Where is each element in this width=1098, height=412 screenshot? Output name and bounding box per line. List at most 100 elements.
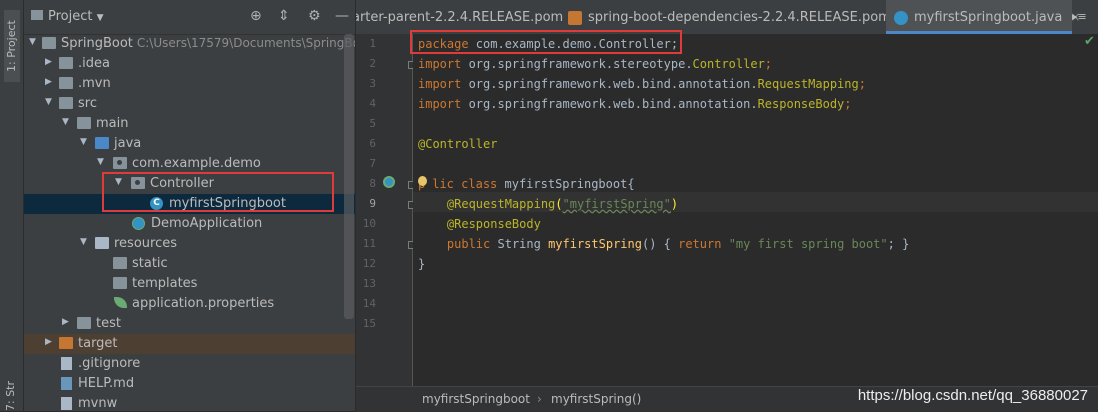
project-icon (31, 10, 43, 20)
tree-item-label: src (78, 96, 97, 111)
code-token: org.springframework.web.bind.annotation. (461, 77, 758, 91)
tree-item-help-md[interactable]: HELP.md (24, 374, 355, 394)
code-token: ; (764, 57, 773, 71)
collapsed-arrow-icon[interactable]: ▶ (62, 317, 69, 327)
lightbulb-icon[interactable] (418, 176, 427, 186)
highlight-box-tree (102, 172, 334, 212)
code-line-4: import org.springframework.web.bind.anno… (418, 97, 852, 111)
expand-arrow-icon[interactable]: ▼ (80, 137, 87, 147)
tree-item-target[interactable]: ▶ target (24, 334, 355, 354)
hide-panel-icon[interactable]: — (335, 8, 349, 24)
locate-icon[interactable]: ⊕ (250, 8, 262, 24)
code-token: { (627, 177, 635, 191)
file-icon (61, 357, 72, 370)
expand-arrow-icon[interactable]: ▼ (62, 117, 69, 127)
class-token: ResponseBody (757, 97, 845, 111)
tree-item-mvnw[interactable]: mvnw (24, 394, 355, 411)
line-number: 12 (362, 257, 376, 270)
tree-item-springboot[interactable]: ▼ SpringBoot C:\Users\17579\Documents\Spr… (24, 34, 355, 54)
line-number: 11 (362, 237, 376, 250)
gear-icon[interactable]: ⚙ (308, 8, 321, 24)
spring-bean-gutter-icon[interactable] (383, 176, 395, 188)
tree-item-label: main (96, 116, 129, 131)
tree-item-label: mvnw (78, 396, 118, 411)
tab-label: myfirstSpringboot.java (914, 10, 1063, 25)
tree-item-main[interactable]: ▼ main (24, 114, 355, 134)
package-icon (113, 157, 127, 169)
highlight-box-package (410, 30, 682, 54)
tree-item-label: test (96, 316, 121, 331)
method-name-token: myfirstSpring (548, 237, 642, 251)
tab-label: spring-boot-dependencies-2.2.4.RELEASE.p… (588, 10, 891, 25)
line-number: 13 (362, 277, 376, 290)
tool-window-strip: 1: Project 7: Structure (0, 0, 24, 411)
breadcrumb: myfirstSpringboot › myfirstSpring() http… (356, 386, 1098, 412)
excluded-folder-icon (59, 337, 73, 349)
tree-item-gitignore[interactable]: .gitignore (24, 354, 355, 374)
tab-overflow-menu[interactable]: ▸≡ (1072, 0, 1098, 34)
tree-item-label: target (78, 336, 118, 351)
tab-dependencies-pom[interactable]: spring-boot-dependencies-2.2.4.RELEASE.p… (568, 0, 909, 34)
tree-item-label: com.example.demo (132, 156, 261, 171)
tree-item-idea[interactable]: ▶ .idea (24, 54, 355, 74)
code-line-2: import org.springframework.stereotype.Co… (418, 57, 772, 71)
code-token: ) (670, 197, 679, 211)
tree-item-demoapplication[interactable]: DemoApplication (24, 214, 355, 234)
tree-item-mvn[interactable]: ▶ .mvn (24, 74, 355, 94)
expand-arrow-icon[interactable]: ▼ (45, 97, 52, 107)
annotation-token: @RequestMapping (446, 197, 556, 211)
expand-arrow-icon[interactable]: ▼ (80, 237, 87, 247)
inspection-ok-icon[interactable]: ✔ (1084, 34, 1095, 49)
line-number: 15 (362, 317, 376, 330)
code-line-6: @Controller (418, 137, 497, 151)
collapsed-arrow-icon[interactable]: ▶ (45, 77, 52, 87)
code-token: ; (858, 77, 866, 91)
code-token: } (418, 257, 426, 271)
tree-item-path: C:\Users\17579\Documents\SpringBoo (136, 36, 355, 50)
line-number: 2 (369, 57, 376, 70)
code-token: () { (641, 237, 679, 251)
tab-label: arter-parent-2.2.4.RELEASE.pom (356, 10, 564, 25)
collapse-all-icon[interactable]: ⇕ (278, 8, 290, 24)
tree-item-application-properties[interactable]: application.properties (24, 294, 355, 314)
spring-leaf-icon (114, 297, 127, 308)
expand-arrow-icon[interactable]: ▼ (97, 157, 104, 167)
tree-item-label: static (132, 256, 168, 271)
tab-myfirstspringboot-java[interactable]: myfirstSpringboot.java × (886, 0, 1080, 34)
collapsed-arrow-icon[interactable]: ▶ (45, 57, 52, 67)
tree-item-templates[interactable]: templates (24, 274, 355, 294)
tree-item-label: .idea (78, 56, 110, 71)
structure-tool-window-tab[interactable]: 7: Structure (4, 381, 20, 411)
code-editor[interactable]: package com.example.demo.Controller; imp… (413, 34, 1098, 386)
tree-item-static[interactable]: static (24, 254, 355, 274)
collapsed-arrow-icon[interactable]: ▶ (45, 337, 52, 347)
breadcrumb-item-method[interactable]: myfirstSpring() (551, 392, 641, 406)
tree-item-resources[interactable]: ▼ resources (24, 234, 355, 254)
tree-item-java[interactable]: ▼ java (24, 134, 355, 154)
code-line-3: import org.springframework.web.bind.anno… (418, 77, 866, 91)
tree-item-label: HELP.md (78, 376, 135, 391)
line-number: 4 (369, 97, 376, 110)
expand-arrow-icon[interactable]: ▼ (29, 37, 36, 47)
project-view-selector[interactable]: Project ▼ (48, 9, 104, 24)
line-number: 6 (369, 137, 376, 150)
code-token: org.springframework.stereotype. (461, 57, 693, 71)
tree-item-src[interactable]: ▼ src (24, 94, 355, 114)
spring-class-icon (132, 217, 145, 230)
tree-item-com-example-demo[interactable]: ▼ com.example.demo (24, 154, 355, 174)
keyword-token: lic (432, 177, 454, 191)
code-line-12: } (418, 257, 425, 271)
line-number: 10 (362, 217, 376, 230)
keyword-token: import (418, 97, 462, 111)
tree-item-label: resources (114, 236, 178, 251)
folder-icon (59, 77, 73, 89)
chevron-down-icon: ▼ (96, 13, 104, 23)
project-tool-window-tab[interactable]: 1: Project (4, 10, 20, 82)
project-scrollbar[interactable] (344, 34, 354, 319)
tree-item-label: application.properties (132, 296, 275, 311)
tree-item-test[interactable]: ▶ test (24, 314, 355, 334)
breadcrumb-separator-icon: › (537, 392, 542, 406)
breadcrumb-item-class[interactable]: myfirstSpringboot (422, 392, 530, 406)
code-token: ; (844, 97, 852, 111)
tab-parent-pom[interactable]: arter-parent-2.2.4.RELEASE.pom× (356, 0, 581, 34)
